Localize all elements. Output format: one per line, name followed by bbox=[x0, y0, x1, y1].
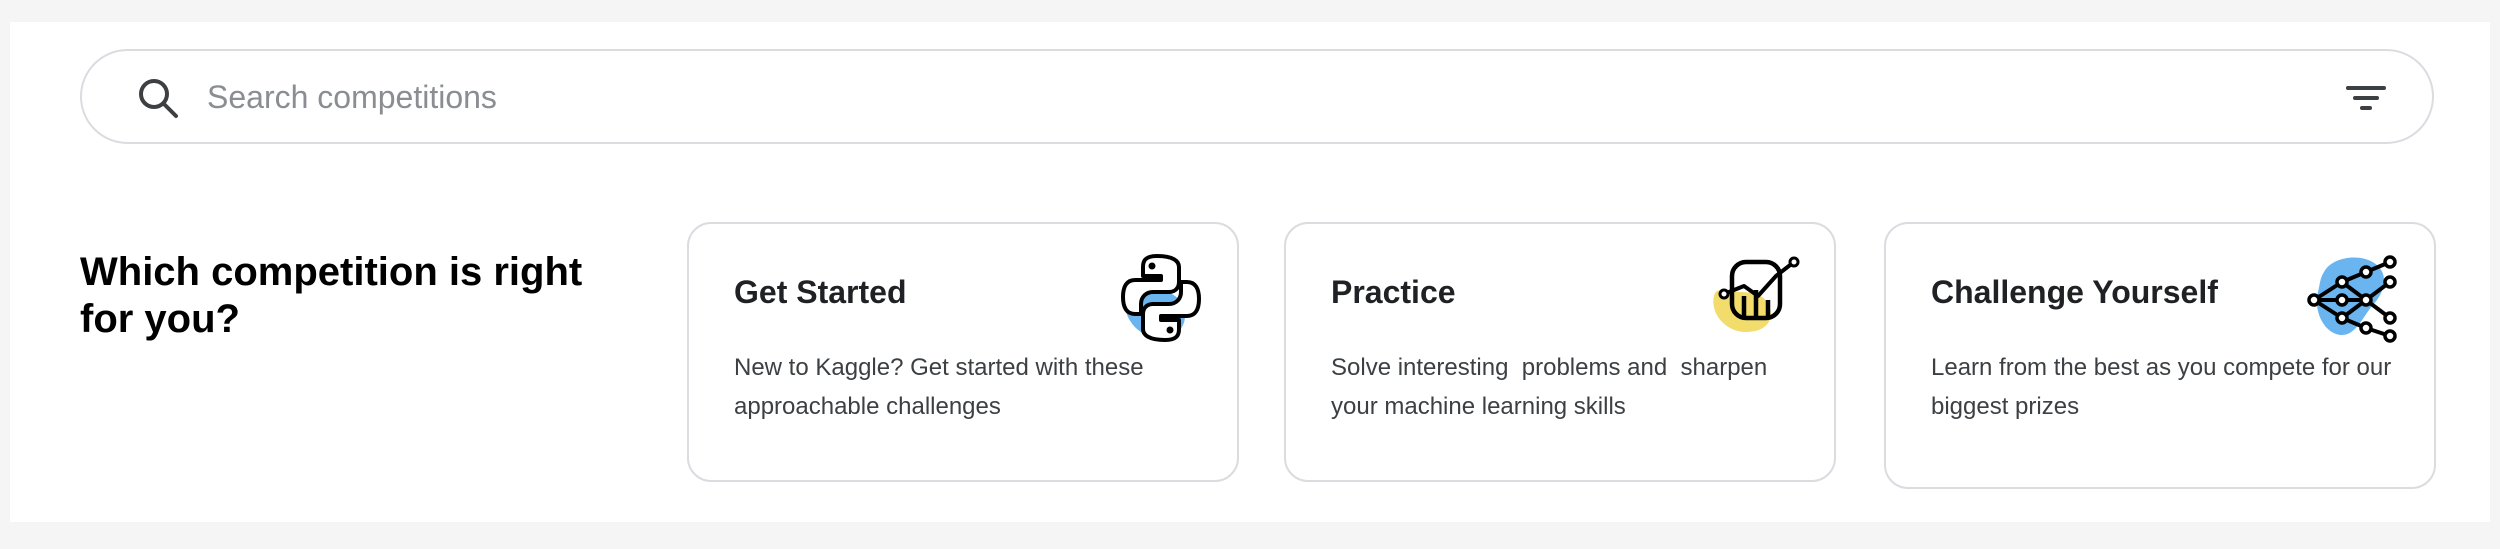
competitions-panel: Which competition is right for you? Get … bbox=[10, 22, 2490, 522]
python-logo-icon bbox=[1121, 254, 1201, 342]
search-input[interactable] bbox=[207, 65, 2207, 129]
card-description: Solve interesting problems and sharpen y… bbox=[1331, 354, 1774, 420]
card-challenge-yourself[interactable]: Challenge Yourself Learn from the best a… bbox=[1884, 222, 2436, 489]
card-description: Learn from the best as you compete for o… bbox=[1931, 354, 2398, 420]
card-title: Get Started bbox=[734, 274, 907, 310]
network-graph-icon bbox=[2307, 255, 2397, 343]
card-title: Challenge Yourself bbox=[1931, 274, 2218, 310]
search-bar[interactable] bbox=[80, 49, 2434, 144]
card-get-started[interactable]: Get Started New to Kaggle? Get started w… bbox=[687, 222, 1239, 482]
chart-robot-icon bbox=[1713, 256, 1800, 332]
card-title: Practice bbox=[1331, 274, 1456, 310]
card-description: New to Kaggle? Get started with these ap… bbox=[734, 354, 1151, 420]
search-icon bbox=[139, 79, 178, 118]
section-headline: Which competition is right for you? bbox=[80, 250, 583, 341]
filter-icon[interactable] bbox=[2344, 83, 2388, 113]
card-practice[interactable]: Practice Solve interesting problems and … bbox=[1284, 222, 1836, 482]
